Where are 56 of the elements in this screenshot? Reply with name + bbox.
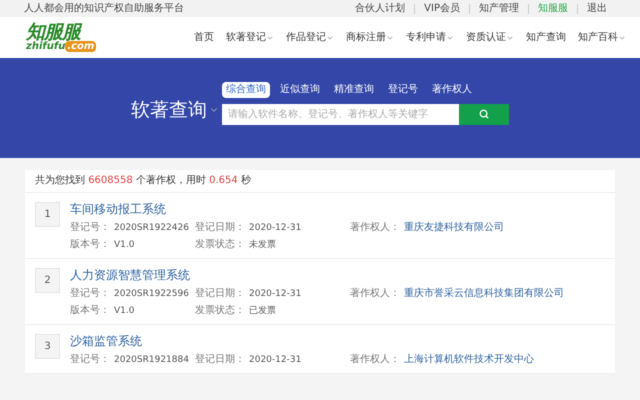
- nav-item[interactable]: 软著登记: [224, 30, 276, 45]
- top-link[interactable]: 知产管理: [469, 4, 528, 14]
- search-type-dropdown[interactable]: 软著查询: [131, 96, 219, 124]
- nav-item[interactable]: 首页: [192, 30, 216, 45]
- search-field[interactable]: 请输入软件名称、登记号、著作权人等关键字: [222, 104, 459, 124]
- field-value: 2020SR1921884: [114, 354, 189, 366]
- field-label: 登记号：: [70, 222, 110, 234]
- nav-item[interactable]: 商标注册: [344, 30, 396, 45]
- nav-item[interactable]: 专利申请: [404, 30, 456, 45]
- logo[interactable]: 知服服 zhifufu .com: [26, 23, 126, 52]
- field-label: 著作权人：: [350, 354, 400, 366]
- result-index: 3: [35, 334, 60, 359]
- result-index: 1: [35, 202, 60, 227]
- field-label: 著作权人：: [350, 222, 400, 234]
- field-label: 登记日期：: [195, 288, 245, 300]
- nav-item[interactable]: 资质认证: [464, 30, 516, 45]
- result-title[interactable]: 人力资源智慧管理系统: [70, 268, 190, 283]
- field-value: 2020-12-31: [249, 354, 302, 366]
- field-label: 版本号：: [70, 239, 110, 251]
- top-link[interactable]: VIP会员: [414, 4, 469, 14]
- owner-link[interactable]: 重庆市誉采云信息科技集团有限公司: [404, 288, 564, 300]
- result-summary: 共为您找到 6608558 个著作权，用时 0.654 秒: [25, 170, 615, 193]
- field-label: 登记日期：: [195, 354, 245, 366]
- top-link[interactable]: 合伙人计划: [346, 4, 414, 14]
- field-value: 2020SR1922596: [114, 288, 189, 300]
- field-label: 版本号：: [70, 305, 110, 317]
- field-value: V1.0: [114, 239, 134, 251]
- field-value: 2020-12-31: [249, 222, 302, 234]
- field-value: V1.0: [114, 305, 134, 317]
- result-title[interactable]: 车间移动报工系统: [70, 202, 166, 217]
- owner-link[interactable]: 重庆友捷科技有限公司: [404, 222, 504, 234]
- search-tab[interactable]: 近似查询: [276, 82, 324, 98]
- field-value: 2020SR1922426: [114, 222, 189, 234]
- field-label: 登记号：: [70, 288, 110, 300]
- field-label: 登记号：: [70, 354, 110, 366]
- nav-item[interactable]: 知产百科: [576, 30, 628, 45]
- field-value: 2020-12-31: [249, 288, 302, 300]
- slogan: 人人都会用的知识产权自助服务平台: [24, 4, 184, 14]
- field-label: 著作权人：: [350, 288, 400, 300]
- result-title[interactable]: 沙箱监管系统: [70, 334, 142, 349]
- owner-link[interactable]: 上海计算机软件技术开发中心: [404, 354, 534, 366]
- field-value: 未发票: [249, 239, 276, 251]
- result-index: 2: [35, 268, 60, 293]
- top-link[interactable]: 退出: [577, 4, 616, 14]
- field-label: 发票状态：: [195, 239, 245, 251]
- search-tab[interactable]: 登记号: [384, 82, 422, 98]
- search-tab[interactable]: 精准查询: [330, 82, 378, 98]
- nav-item[interactable]: 作品登记: [284, 30, 336, 45]
- search-button[interactable]: [459, 104, 509, 124]
- field-label: 发票状态：: [195, 305, 245, 317]
- search-tab[interactable]: 综合查询: [222, 82, 270, 98]
- field-value: 已发票: [249, 305, 276, 317]
- field-label: 登记日期：: [195, 222, 245, 234]
- search-tab[interactable]: 著作权人: [428, 82, 476, 98]
- search-icon: [479, 109, 489, 119]
- nav-item[interactable]: 知产查询: [524, 30, 568, 45]
